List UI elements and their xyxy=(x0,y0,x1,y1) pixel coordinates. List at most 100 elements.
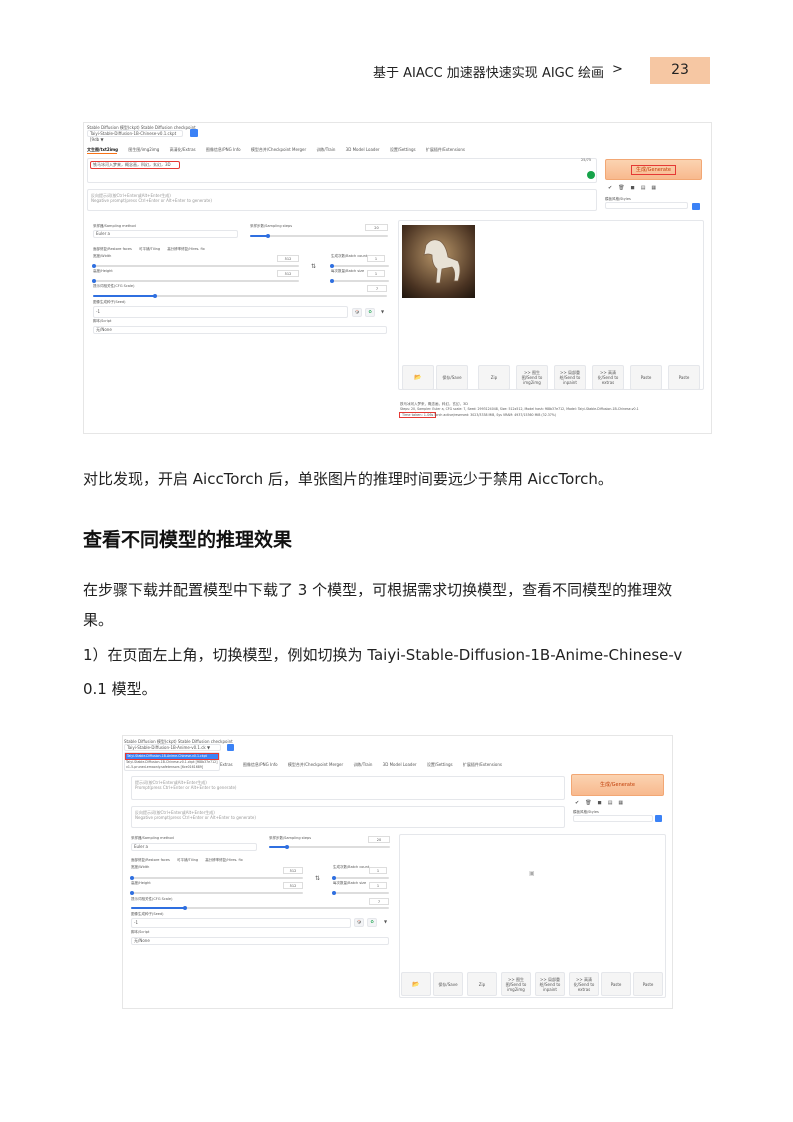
seed-extra-toggle-icon[interactable]: ▼ xyxy=(381,309,384,314)
batch-count-slider[interactable] xyxy=(333,877,389,879)
tab-txt2img[interactable]: 文生图/txt2img xyxy=(87,147,118,152)
model-select[interactable]: Taiyi-Stable-Diffusion-1B-Chinese-v0.1.c… xyxy=(87,130,183,142)
generated-horse-image[interactable] xyxy=(402,225,475,298)
dropdown-item-anime[interactable]: Taiyi-Stable-Diffusion-1B-Anime-Chinese-… xyxy=(125,753,219,760)
steps-slider-handle[interactable] xyxy=(266,234,270,238)
tab-settings[interactable]: 设置/Settings xyxy=(427,762,453,767)
dropdown-item-sd15[interactable]: v1-5-pruned-emaonly.safetensors [6ce0161… xyxy=(125,765,219,770)
swap-dimensions-icon[interactable]: ⇅ xyxy=(315,875,320,882)
width-slider-handle[interactable] xyxy=(130,876,134,880)
width-input[interactable]: 512 xyxy=(283,867,303,874)
batch-size-input[interactable]: 1 xyxy=(369,882,387,889)
script-select[interactable]: 无/None xyxy=(93,326,387,334)
tab-extras[interactable]: 高清化/Extras xyxy=(170,147,196,152)
restore-faces-checkbox[interactable]: 面部修复/Restore faces xyxy=(131,858,170,862)
script-select[interactable]: 无/None xyxy=(131,937,389,945)
negative-prompt-textarea[interactable]: 反向提示词(按Ctrl+Enter或Alt+Enter生成) Negative … xyxy=(87,189,597,211)
paste-button-1[interactable]: Paste xyxy=(601,972,631,996)
seed-extra-toggle-icon[interactable]: ▼ xyxy=(384,919,387,924)
model-dropdown[interactable]: Taiyi-Stable-Diffusion-1B-Anime-Chinese-… xyxy=(124,752,220,771)
style-tool-icons[interactable]: ✔🗑◼▤▦ xyxy=(608,185,662,191)
tiling-checkbox[interactable]: 可平铺/Tiling xyxy=(177,858,198,862)
width-slider-track[interactable] xyxy=(93,265,299,267)
send-to-extras-button[interactable]: >> 高清化/Send to extras xyxy=(569,972,599,996)
send-to-inpaint-button[interactable]: >> 局部重绘/Send to inpaint xyxy=(535,972,565,996)
hires-fix-checkbox[interactable]: 高分辨率修复/Hires. fix xyxy=(205,858,243,862)
reuse-seed-icon[interactable]: ♻ xyxy=(365,308,375,317)
paste-button-2[interactable]: Paste xyxy=(668,365,700,390)
send-to-inpaint-button[interactable]: >> 局部重绘/Send to inpaint xyxy=(554,365,586,390)
open-folder-icon[interactable]: 📂 xyxy=(401,972,431,996)
tab-png-info[interactable]: 图像信息/PNG Info xyxy=(243,762,278,767)
styles-select[interactable] xyxy=(605,202,688,209)
width-slider-handle[interactable] xyxy=(92,264,96,268)
batch-size-slider[interactable] xyxy=(331,280,389,282)
save-button[interactable]: 保存/Save xyxy=(433,972,463,996)
interrupt-icon[interactable] xyxy=(587,171,595,179)
paste-button-2[interactable]: Paste xyxy=(633,972,663,996)
batch-size-handle[interactable] xyxy=(332,891,336,895)
tab-settings[interactable]: 设置/Settings xyxy=(390,147,416,152)
styles-select[interactable] xyxy=(573,815,653,822)
height-input[interactable]: 512 xyxy=(283,882,303,889)
cfg-slider-handle[interactable] xyxy=(153,294,157,298)
tab-3d-model-loader[interactable]: 3D Model Loader xyxy=(383,762,417,767)
swap-dimensions-icon[interactable]: ⇅ xyxy=(311,263,316,270)
prompt-textarea[interactable]: 提示词(按Ctrl+Enter或Alt+Enter生成) Prompt(pres… xyxy=(131,776,565,800)
seed-input[interactable]: -1 xyxy=(93,306,348,318)
tab-train[interactable]: 训练/Train xyxy=(316,147,335,152)
steps-input[interactable]: 20 xyxy=(368,836,390,843)
batch-count-input[interactable]: 1 xyxy=(367,255,385,262)
cfg-input[interactable]: 7 xyxy=(369,898,389,905)
generate-button[interactable]: 生成/Generate xyxy=(605,159,702,180)
width-slider-track[interactable] xyxy=(131,877,303,879)
batch-count-handle[interactable] xyxy=(332,876,336,880)
cfg-slider-handle[interactable] xyxy=(183,906,187,910)
seed-input[interactable]: -1 xyxy=(131,918,351,928)
send-to-img2img-button[interactable]: >> 图生图/Send to img2img xyxy=(516,365,548,390)
sampler-select[interactable]: Euler a xyxy=(131,843,257,851)
tab-checkpoint-merger[interactable]: 模型合并/Checkpoint Merger xyxy=(288,762,343,767)
refresh-model-icon[interactable] xyxy=(227,744,234,751)
steps-slider-track[interactable] xyxy=(250,235,388,237)
height-slider-handle[interactable] xyxy=(130,891,134,895)
model-select[interactable]: Taiyi-Stable-Diffusion-1B-Anime-v0.1.ck … xyxy=(124,744,221,751)
random-seed-icon[interactable]: 🎲 xyxy=(352,308,362,317)
tab-checkpoint-merger[interactable]: 模型合并/Checkpoint Merger xyxy=(251,147,306,152)
batch-count-slider[interactable] xyxy=(331,265,389,267)
sampler-select[interactable]: Euler a xyxy=(93,230,238,238)
tab-extensions[interactable]: 扩展插件/Extensions xyxy=(463,762,502,767)
reuse-seed-icon[interactable]: ♻ xyxy=(367,918,377,927)
steps-input[interactable]: 20 xyxy=(365,224,388,231)
style-tool-icons[interactable]: ✔🗑◼▤▦ xyxy=(575,800,629,806)
zip-button[interactable]: Zip xyxy=(467,972,497,996)
tab-train[interactable]: 训练/Train xyxy=(353,762,372,767)
apply-style-icon[interactable] xyxy=(692,203,700,210)
batch-count-input[interactable]: 1 xyxy=(369,867,387,874)
height-slider-track[interactable] xyxy=(131,892,303,894)
hires-fix-checkbox[interactable]: 高分辨率修复/Hires. fix xyxy=(167,247,205,251)
tab-extensions[interactable]: 扩展插件/Extensions xyxy=(426,147,465,152)
open-folder-icon[interactable]: 📂 xyxy=(402,365,434,390)
send-to-img2img-button[interactable]: >> 图生图/Send to img2img xyxy=(501,972,531,996)
batch-size-handle[interactable] xyxy=(330,279,334,283)
tab-3d-model-loader[interactable]: 3D Model Loader xyxy=(346,147,380,152)
steps-slider-handle[interactable] xyxy=(285,845,289,849)
send-to-extras-button[interactable]: >> 高清化/Send to extras xyxy=(592,365,624,390)
apply-style-icon[interactable] xyxy=(655,815,662,822)
generate-button[interactable]: 生成/Generate xyxy=(571,774,664,796)
restore-faces-checkbox[interactable]: 面部修复/Restore faces xyxy=(93,247,132,251)
height-input[interactable]: 512 xyxy=(277,270,299,277)
refresh-model-icon[interactable] xyxy=(190,129,198,137)
cfg-input[interactable]: 7 xyxy=(367,285,387,292)
random-seed-icon[interactable]: 🎲 xyxy=(354,918,364,927)
tiling-checkbox[interactable]: 可平铺/Tiling xyxy=(139,247,160,251)
tab-png-info[interactable]: 图像信息/PNG Info xyxy=(206,147,241,152)
save-button[interactable]: 保存/Save xyxy=(436,365,468,390)
paste-button-1[interactable]: Paste xyxy=(630,365,662,390)
batch-size-slider[interactable] xyxy=(333,892,389,894)
width-input[interactable]: 512 xyxy=(277,255,299,262)
height-slider-handle[interactable] xyxy=(92,279,96,283)
batch-size-input[interactable]: 1 xyxy=(367,270,385,277)
height-slider-track[interactable] xyxy=(93,280,299,282)
